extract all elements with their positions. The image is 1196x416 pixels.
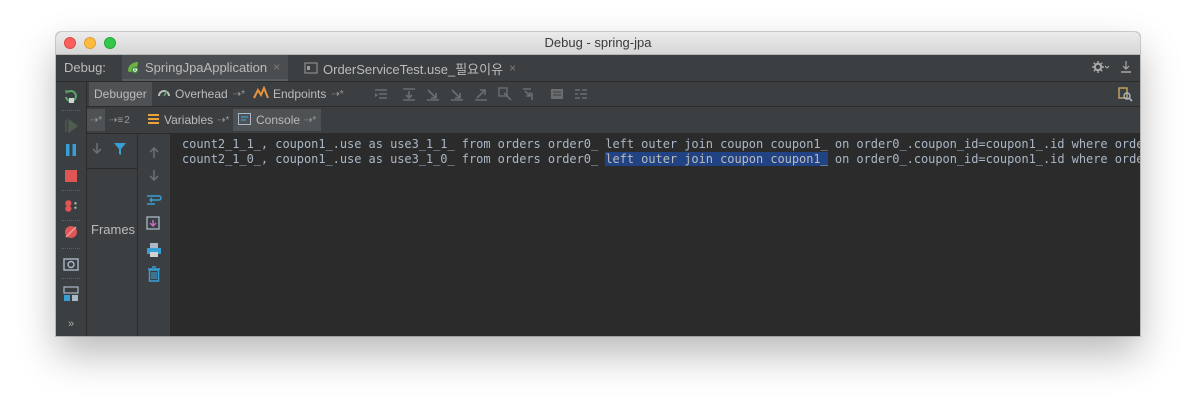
close-tab-icon[interactable]: × (273, 60, 280, 74)
soft-wrap-icon[interactable] (146, 192, 162, 208)
mute-breakpoints-icon[interactable] (63, 224, 79, 240)
console-text: count2_1_1_, coupon1_.use as use3_1_1_ f… (182, 137, 1140, 151)
camera-icon[interactable] (63, 256, 79, 272)
step-into-icon[interactable] (425, 86, 441, 102)
console-actions (138, 134, 170, 336)
tab-endpoints[interactable]: Endpoints ⇢* (253, 82, 344, 106)
hide-panel-icon[interactable] (1120, 60, 1132, 77)
window-title: Debug - spring-jpa (544, 35, 652, 50)
scroll-to-end-icon[interactable] (146, 216, 162, 232)
tab-debugger-label: Debugger (94, 87, 147, 101)
layout-icon[interactable] (63, 286, 79, 302)
more-icon[interactable]: » (63, 316, 79, 332)
filter-icon[interactable] (113, 142, 127, 161)
console-text: count2_1_0_, coupon1_.use as use3_1_0_ f… (182, 152, 606, 166)
spring-boot-icon (126, 60, 140, 74)
settings-gear-icon[interactable] (1092, 60, 1110, 77)
threads-icon: ⇢≡ (109, 114, 124, 126)
search-restore-icon[interactable] (1117, 86, 1133, 102)
frames-panel: Frames (87, 134, 138, 336)
debug-action-strip: » (56, 82, 87, 336)
threads-toggle[interactable]: ⇢≡ 2 (109, 109, 130, 131)
pin-icon[interactable]: ⇢* (217, 115, 229, 126)
run-to-cursor-icon[interactable] (521, 86, 537, 102)
clear-all-icon[interactable] (146, 266, 162, 282)
threads-count: 2 (124, 114, 130, 126)
frames-header (87, 134, 137, 169)
console-line: count2_1_1_, coupon1_.use as use3_1_1_ f… (182, 137, 1140, 151)
console-text: on order0_.coupon_id=coupon1_.id where o… (827, 152, 1140, 166)
tab-console-label: Console (256, 113, 301, 127)
trace-icon[interactable] (573, 86, 589, 102)
tab-debugger[interactable]: Debugger (89, 82, 152, 106)
force-step-into-icon[interactable] (449, 86, 465, 102)
pin-icon[interactable]: ⇢* (304, 115, 316, 126)
scroll-up-icon[interactable] (146, 144, 162, 160)
arrow-down-icon[interactable] (91, 142, 103, 161)
print-icon[interactable] (146, 242, 162, 258)
tab-label: SpringJpaApplication (145, 59, 268, 75)
console-output[interactable]: count2_1_1_, coupon1_.use as use3_1_1_ f… (170, 134, 1140, 336)
debug-tab-bar: Debug: SpringJpaApplication × OrderServi… (56, 55, 1140, 82)
tab-order-service-test[interactable]: OrderServiceTest.use_필요이유 × (296, 55, 524, 81)
test-run-icon (304, 61, 318, 75)
rerun-icon[interactable] (63, 88, 79, 104)
show-execution-point-icon[interactable] (373, 86, 389, 102)
tab-spring-jpa-application[interactable]: SpringJpaApplication × (122, 55, 289, 81)
selected-text: left outer join coupon coupon1_ (605, 152, 828, 166)
tab-variables-label: Variables (164, 113, 214, 127)
tab-label: OrderServiceTest.use_필요이유 (323, 61, 504, 77)
gauge-icon (157, 86, 171, 103)
restore-layout-icon[interactable]: ⇢* (87, 109, 105, 131)
step-out-icon[interactable] (473, 86, 489, 102)
sub-tab-bar: ⇢* ⇢≡ 2 Variables ⇢* Console ⇢* (87, 107, 1140, 134)
console-icon (238, 112, 251, 128)
console-line: count2_1_0_, coupon1_.use as use3_1_0_ f… (182, 152, 1140, 166)
frames-label: Frames (91, 222, 136, 237)
variables-icon (147, 113, 160, 128)
step-over-icon[interactable] (401, 86, 417, 102)
title-bar: Debug - spring-jpa (56, 32, 1140, 55)
endpoints-icon (253, 84, 269, 103)
stop-icon[interactable] (63, 168, 79, 184)
tab-variables[interactable]: Variables ⇢* (143, 109, 233, 131)
debug-label: Debug: (64, 60, 106, 75)
tab-overhead[interactable]: Overhead ⇢* (157, 82, 245, 106)
tab-overhead-label: Overhead (175, 87, 228, 101)
tab-endpoints-label: Endpoints (273, 87, 327, 101)
scroll-down-icon[interactable] (146, 168, 162, 184)
resume-icon[interactable] (63, 118, 79, 134)
close-tab-icon[interactable]: × (509, 61, 516, 75)
pin-icon[interactable]: ⇢* (331, 89, 343, 100)
view-breakpoints-icon[interactable] (63, 198, 79, 214)
tab-console[interactable]: Console ⇢* (233, 109, 322, 131)
drop-frame-icon[interactable] (497, 86, 513, 102)
evaluate-expression-icon[interactable] (549, 86, 565, 102)
debugger-toolbar: Debugger Overhead ⇢* Endpoints ⇢* (87, 82, 1140, 107)
ide-window: Debug - spring-jpa Debug: SpringJpaAppli… (56, 32, 1140, 336)
pause-icon[interactable] (63, 142, 79, 158)
pin-icon[interactable]: ⇢* (233, 89, 245, 100)
